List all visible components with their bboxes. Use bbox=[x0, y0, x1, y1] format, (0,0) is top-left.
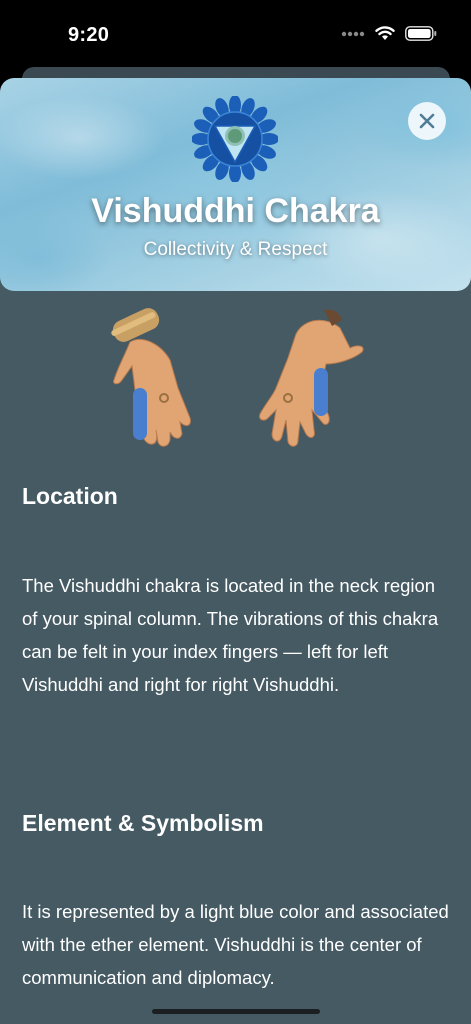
battery-icon bbox=[405, 26, 437, 41]
signal-dots-icon bbox=[341, 31, 365, 36]
chakra-detail-sheet[interactable]: Vishuddhi Chakra Collectivity & Respect … bbox=[0, 78, 471, 1024]
page-title: Vishuddhi Chakra bbox=[91, 192, 380, 230]
status-time: 9:20 bbox=[68, 24, 110, 46]
section-heading-location: Location bbox=[22, 483, 118, 509]
vishuddhi-chakra-icon bbox=[192, 96, 278, 182]
section-body-element-symbolism: It is represented by a light blue color … bbox=[22, 901, 449, 988]
status-bar: 9:20 bbox=[0, 0, 471, 66]
page-subtitle: Collectivity & Respect bbox=[143, 239, 328, 260]
chakra-header: Vishuddhi Chakra Collectivity & Respect bbox=[0, 78, 471, 291]
status-icons bbox=[341, 26, 437, 41]
home-indicator[interactable] bbox=[152, 1009, 320, 1014]
wifi-icon bbox=[375, 26, 395, 40]
close-button[interactable] bbox=[408, 102, 446, 140]
left-hand-icon bbox=[111, 308, 191, 447]
hands-illustration bbox=[111, 308, 364, 447]
section-body-location: The Vishuddhi chakra is located in the n… bbox=[22, 575, 439, 695]
section-heading-element-symbolism: Element & Symbolism bbox=[22, 810, 264, 836]
right-hand-icon bbox=[259, 309, 364, 447]
close-icon bbox=[419, 113, 435, 129]
